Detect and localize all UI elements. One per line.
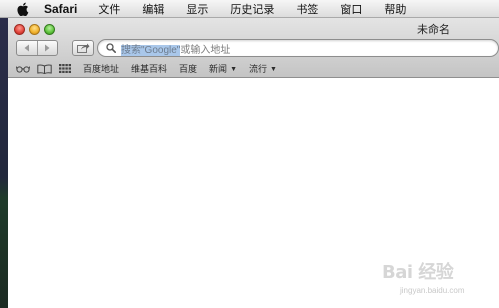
chevron-down-icon: ▼ bbox=[230, 66, 237, 73]
watermark: Bai 经验 jingyan.baidu.com bbox=[380, 258, 496, 304]
bookmarks-book-icon[interactable] bbox=[36, 63, 52, 74]
menu-bar: Safari 文件 编辑 显示 历史记录 书签 窗口 帮助 bbox=[0, 0, 499, 18]
forward-arrow-icon bbox=[45, 44, 50, 52]
bookmark-news-folder[interactable]: 新闻 ▼ bbox=[209, 62, 237, 75]
minimize-window-button[interactable] bbox=[29, 24, 40, 35]
menu-app-name[interactable]: Safari bbox=[44, 2, 77, 16]
close-window-button[interactable] bbox=[14, 24, 25, 35]
back-arrow-icon bbox=[24, 44, 29, 52]
back-button[interactable] bbox=[17, 41, 37, 55]
address-placeholder-rest: 或输入地址 bbox=[180, 44, 231, 56]
zoom-window-button[interactable] bbox=[44, 24, 55, 35]
menu-history[interactable]: 历史记录 bbox=[230, 1, 274, 17]
bookmark-baidu-address[interactable]: 百度地址 bbox=[83, 62, 119, 75]
bookmark-wikipedia[interactable]: 维基百科 bbox=[131, 62, 167, 75]
address-placeholder: 搜索"Google"或输入地址 bbox=[121, 41, 230, 56]
bookmark-baidu[interactable]: 百度 bbox=[179, 62, 197, 75]
desktop-background bbox=[0, 18, 8, 308]
menu-window[interactable]: 窗口 bbox=[340, 1, 362, 17]
menu-bookmarks[interactable]: 书签 bbox=[296, 1, 318, 17]
top-sites-grid-icon[interactable] bbox=[58, 64, 72, 73]
menu-view[interactable]: 显示 bbox=[186, 1, 208, 17]
menu-file[interactable]: 文件 bbox=[98, 1, 120, 17]
address-search-field[interactable]: 搜索"Google"或输入地址 bbox=[97, 39, 499, 57]
window-title: 未命名 bbox=[417, 24, 450, 36]
bookmark-news-label: 新闻 bbox=[209, 64, 228, 74]
bookmark-popular-folder[interactable]: 流行 ▼ bbox=[249, 62, 277, 75]
chevron-down-icon: ▼ bbox=[270, 66, 277, 73]
bookmarks-bar: 百度地址 维基百科 百度 新闻 ▼ 流行 ▼ bbox=[8, 60, 499, 77]
share-button[interactable] bbox=[72, 40, 94, 56]
share-icon bbox=[76, 43, 89, 53]
search-icon bbox=[104, 41, 118, 55]
menu-help[interactable]: 帮助 bbox=[384, 1, 406, 17]
watermark-url: jingyan.baidu.com bbox=[400, 286, 465, 295]
title-bar: 未命名 搜索"Google"或输入地址 百度地址 维基百科 百度 新闻 ▼ 流行… bbox=[8, 18, 499, 78]
navigation-buttons bbox=[16, 40, 58, 56]
forward-button[interactable] bbox=[36, 41, 58, 55]
watermark-logo: Bai 经验 bbox=[382, 262, 454, 283]
bookmark-popular-label: 流行 bbox=[249, 64, 268, 74]
address-placeholder-highlight: 搜索"Google" bbox=[121, 44, 181, 56]
menu-edit[interactable]: 编辑 bbox=[142, 1, 164, 17]
reading-list-icon[interactable] bbox=[15, 65, 31, 73]
apple-icon[interactable] bbox=[16, 2, 30, 16]
